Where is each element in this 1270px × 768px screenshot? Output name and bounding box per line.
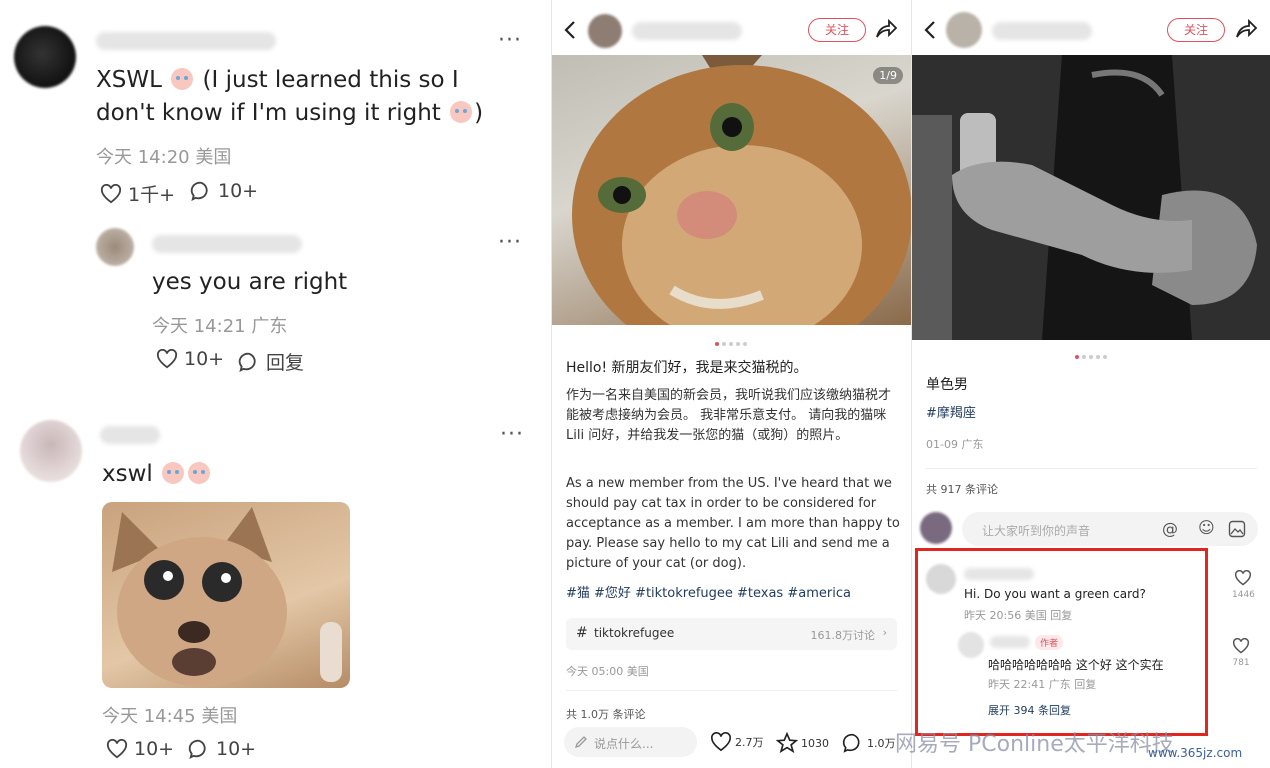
post-title: Hello! 新朋友们好，我是来交猫税的。	[566, 360, 808, 376]
reply-button[interactable]: 回复	[238, 348, 304, 375]
avatar[interactable]	[946, 12, 982, 48]
chevron-right-icon: ›	[882, 626, 887, 639]
comment-input[interactable]: 说点什么...	[564, 727, 697, 757]
post-body-cn: 作为一名来自美国的新会员，我听说我们应该缴纳猫税才能被考虑接纳为会员。 我非常乐…	[566, 388, 892, 443]
collect-button[interactable]: 1030	[776, 732, 829, 754]
star-icon	[776, 732, 798, 754]
heart-icon	[1235, 569, 1252, 586]
like-button[interactable]: 10+	[156, 348, 224, 370]
divider	[926, 468, 1257, 469]
post-panel-cat: 关注 1/9 Hello! 新朋友们好，我是来交猫税的。 作为一名来自美国的新会…	[551, 0, 911, 768]
back-icon[interactable]	[922, 20, 938, 40]
reply-text: yes you are right	[152, 269, 348, 295]
comment-count: 共 1.0万 条评论	[566, 708, 646, 721]
at-icon[interactable]: @	[1162, 519, 1178, 538]
comment-text: XSWL (I just learned this so I don't kno…	[96, 67, 484, 126]
post-image[interactable]: 1/9	[552, 55, 911, 325]
avatar[interactable]	[14, 26, 76, 88]
username-blurred[interactable]	[632, 22, 742, 40]
pencil-icon	[574, 736, 587, 749]
avatar[interactable]	[20, 420, 82, 482]
post-panel-gym: 关注 单色男 #摩羯座 01-09 广东 共 917 条评论 让大家听到你的声音…	[911, 0, 1270, 768]
share-icon[interactable]	[874, 18, 898, 40]
share-icon[interactable]	[1234, 18, 1258, 40]
follow-button[interactable]: 关注	[1167, 18, 1225, 42]
smile-icon[interactable]: ☺	[1198, 518, 1215, 537]
laugh-cry-emoji-icon	[162, 462, 185, 484]
post-image[interactable]	[912, 55, 1270, 340]
avatar[interactable]	[96, 228, 134, 266]
username-blurred[interactable]	[96, 32, 276, 50]
username-blurred[interactable]	[100, 426, 160, 444]
chat-bubble-icon	[190, 181, 208, 201]
highlight-box	[915, 548, 1208, 736]
topic-count: 161.8万讨论	[810, 629, 876, 642]
topic-card[interactable]: # tiktokrefugee 161.8万讨论 ›	[566, 618, 897, 650]
comment-input[interactable]: 让大家听到你的声音 @ ☺	[962, 512, 1258, 546]
like-button[interactable]: 2.7万	[710, 732, 764, 752]
comment-count: 共 917 条评论	[926, 483, 998, 496]
divider	[566, 690, 897, 691]
more-icon[interactable]: ···	[500, 424, 524, 446]
laugh-cry-emoji-icon	[450, 101, 473, 123]
cat-meme-image[interactable]	[102, 502, 350, 688]
chat-bubble-icon	[188, 739, 206, 759]
image-icon[interactable]	[1228, 520, 1246, 538]
reply-count-button[interactable]: 10+	[190, 180, 258, 202]
username-blurred[interactable]	[992, 22, 1092, 40]
avatar[interactable]	[588, 14, 622, 48]
username-blurred[interactable]	[152, 235, 302, 253]
comment-input-placeholder: 让大家听到你的声音	[982, 524, 1091, 538]
hash-icon: #	[576, 625, 588, 641]
topic-name: tiktokrefugee	[594, 626, 675, 640]
watermark-url: www.365jz.com	[1148, 746, 1243, 760]
heart-icon	[100, 183, 122, 203]
like-button[interactable]: 10+	[106, 738, 174, 760]
carousel-dots	[715, 342, 747, 346]
chat-bubble-icon	[842, 733, 860, 753]
back-icon[interactable]	[562, 20, 578, 40]
more-icon[interactable]: ···	[498, 232, 522, 254]
post-title: 单色男	[926, 377, 968, 393]
laugh-cry-emoji-icon	[188, 462, 211, 484]
post-date: 01-09 广东	[926, 438, 984, 451]
heart-icon	[156, 349, 178, 369]
post-date: 今天 05:00 美国	[566, 665, 649, 678]
follow-button[interactable]: 关注	[808, 18, 866, 42]
comment-text: xswl	[102, 458, 212, 491]
heart-icon	[1232, 637, 1250, 654]
more-icon[interactable]: ···	[498, 30, 522, 52]
reply-count-button[interactable]: 10+	[188, 738, 256, 760]
comment-like[interactable]: 1446	[1232, 569, 1255, 600]
comment-panel: ··· XSWL (I just learned this so I don't…	[0, 0, 550, 768]
post-hashtag[interactable]: #摩羯座	[926, 402, 976, 421]
post-hashtags[interactable]: #猫 #您好 #tiktokrefugee #texas #america	[566, 584, 901, 604]
laugh-cry-emoji-icon	[171, 68, 194, 90]
comment-meta: 今天 14:20 美国	[96, 147, 232, 168]
post-body-en: As a new member from the US. I've heard …	[566, 476, 900, 571]
image-counter: 1/9	[873, 67, 903, 84]
like-button[interactable]: 1千+	[100, 180, 175, 207]
reply-meta: 今天 14:21 广东	[152, 316, 288, 337]
gym-selfie-photo-icon	[912, 55, 1270, 340]
reply-like[interactable]: 781	[1232, 637, 1250, 668]
heart-icon	[106, 739, 128, 759]
cat-photo-icon	[572, 55, 911, 325]
cat-face-icon	[112, 507, 342, 687]
avatar[interactable]	[920, 512, 952, 544]
heart-icon	[711, 732, 731, 752]
comment-meta: 今天 14:45 美国	[102, 706, 238, 727]
watermark: 网易号 PConline太平洋科技	[895, 732, 1174, 757]
comment-input-placeholder: 说点什么...	[594, 737, 654, 751]
bottom-bar: 说点什么... 2.7万 1030 1.0万	[552, 722, 911, 768]
carousel-dots	[1075, 355, 1107, 359]
comments-button[interactable]: 1.0万	[842, 732, 896, 754]
chat-bubble-icon	[238, 352, 256, 372]
